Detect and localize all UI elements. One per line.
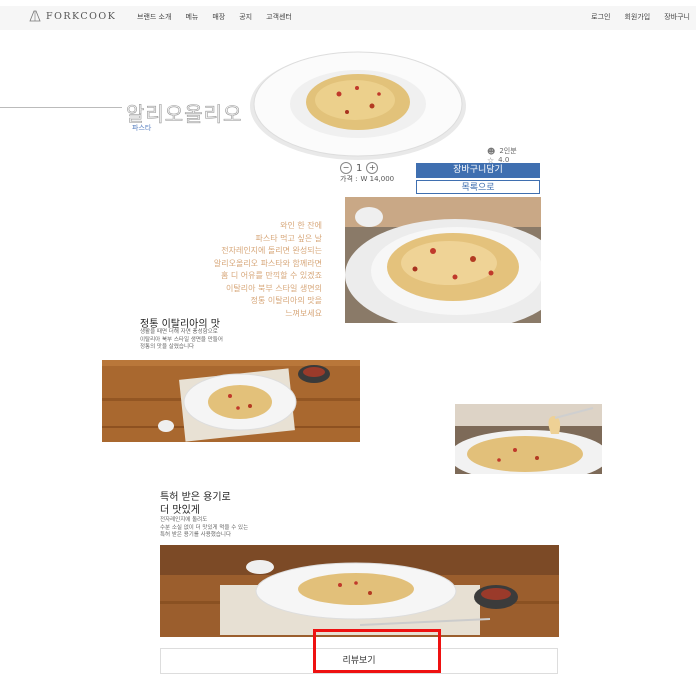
- intro-line: 정통 이탈리아의 맛을: [250, 296, 322, 305]
- section2-desc-line: 수분 소실 없이 더 맛있게 먹을 수 있는: [160, 524, 249, 531]
- intro-text: 와인 한 잔에 파스타 먹고 싶은 날 전자레인지에 돌리면 완성되는 알리오올…: [150, 220, 322, 320]
- section1-title: 정통 이탈리아의 맛: [140, 319, 220, 330]
- section2-title-line: 특허 받은 용기로: [160, 492, 231, 503]
- pasta-wide-photo: [160, 545, 559, 637]
- pasta-fork-photo: [455, 404, 602, 474]
- price-value: W 14,000: [360, 175, 395, 183]
- pasta-table-photo: [102, 360, 360, 442]
- signup-link[interactable]: 회원가입: [624, 12, 650, 22]
- hero-pasta-image: [250, 51, 466, 160]
- intro-line: 파스타 먹고 싶은 날: [255, 233, 322, 243]
- add-to-cart-button[interactable]: 장바구니담기: [416, 163, 540, 178]
- nav-menu[interactable]: 메뉴: [185, 12, 198, 22]
- intro-line: 홈 디 어유를 만끽할 수 있겠죠: [220, 271, 322, 280]
- servings-text: 2인분: [499, 147, 517, 155]
- util-nav: 로그인 회원가입 장바구니: [591, 12, 690, 22]
- section2-title-line: 더 맛있게: [160, 505, 200, 516]
- highlight-box: [313, 629, 441, 673]
- minus-button[interactable]: −: [340, 162, 352, 174]
- main-nav: 브랜드 소개 메뉴 매장 공지 고객센터: [137, 12, 292, 22]
- section1-desc: 생활을 때면 더해 자연 풍성함으로 이탈리아 북부 스타일 생면을 만들어 정…: [140, 329, 223, 352]
- back-to-list-button[interactable]: 목록으로: [416, 180, 540, 194]
- logo[interactable]: FORKCOOK: [28, 9, 116, 23]
- nav-brand[interactable]: 브랜드 소개: [137, 12, 171, 22]
- hero-divider-line: [0, 107, 122, 108]
- page: FORKCOOK 브랜드 소개 메뉴 매장 공지 고객센터 로그인 회원가입 장…: [0, 0, 696, 691]
- price: 가격 :W 14,000: [340, 174, 397, 184]
- intro-line: 와인 한 잔에: [280, 221, 322, 230]
- quantity-value: 1: [356, 162, 363, 174]
- login-link[interactable]: 로그인: [591, 12, 610, 22]
- section2-title: 특허 받은 용기로 더 맛있게: [160, 491, 231, 517]
- section1-desc-line: 정통의 맛을 살렸습니다: [140, 344, 195, 350]
- section2-desc: 전자레인지에 돌려도 수분 소실 없이 더 맛있게 먹을 수 있는 특허 받은 …: [160, 517, 248, 540]
- cart-link[interactable]: 장바구니: [664, 12, 690, 22]
- quantity-stepper: − 1 +: [340, 162, 379, 174]
- plus-button[interactable]: +: [366, 162, 379, 174]
- intro-line: 알리오올리오 파스타와 함께라면: [213, 258, 322, 268]
- pasta-closeup-photo: [345, 197, 541, 323]
- person-icon: ☻: [487, 147, 496, 156]
- nav-store[interactable]: 매장: [212, 12, 225, 22]
- logo-text: FORKCOOK: [46, 10, 117, 22]
- product-category: 파스타: [132, 124, 152, 132]
- nav-notice[interactable]: 공지: [239, 12, 252, 22]
- section1-desc-line: 생활을 때면 더해 자연 풍성함으로: [140, 329, 218, 335]
- section2-desc-line: 전자레인지에 돌려도: [160, 517, 208, 523]
- intro-line: 전자레인지에 돌리면 완성되는: [221, 246, 322, 255]
- top-header: FORKCOOK 브랜드 소개 메뉴 매장 공지 고객센터 로그인 회원가입 장…: [0, 6, 696, 30]
- intro-line: 이탈리아 북부 스타일 생면의: [226, 283, 322, 293]
- fork-logo-icon: [29, 10, 41, 22]
- section2-desc-line: 특허 받은 용기를 사용했습니다: [160, 532, 232, 538]
- nav-customer-center[interactable]: 고객센터: [266, 12, 292, 22]
- section1-desc-line: 이탈리아 북부 스타일 생면을 만들어: [140, 336, 223, 343]
- price-label: 가격 :: [340, 175, 358, 183]
